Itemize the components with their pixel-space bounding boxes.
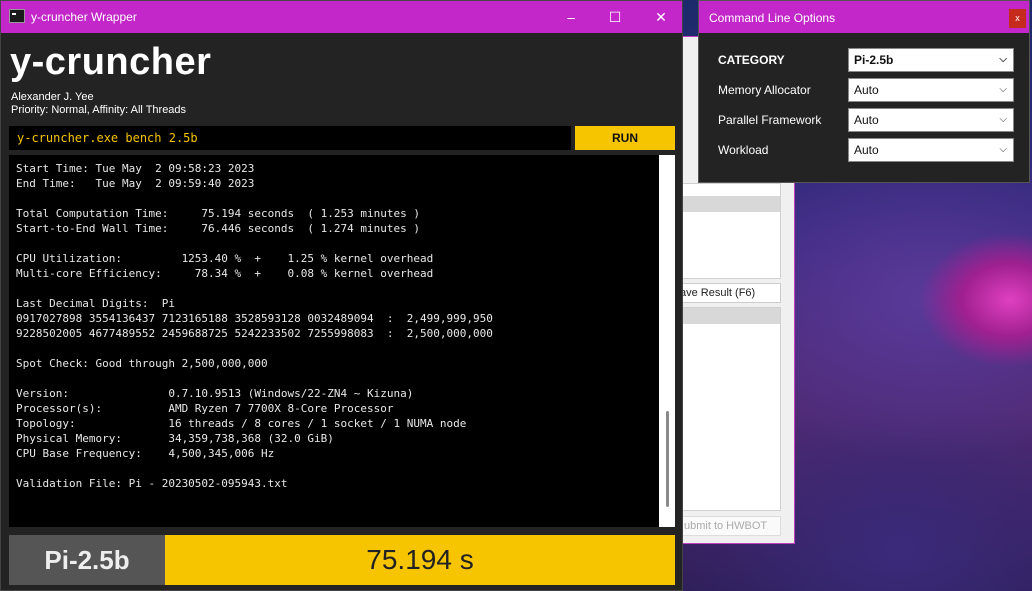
background-results-header xyxy=(682,308,780,324)
window-title: y-cruncher Wrapper xyxy=(31,10,137,24)
options-close-button[interactable]: x xyxy=(1009,9,1026,28)
app-brand: y-cruncher xyxy=(10,41,212,83)
category-select-value: Pi-2.5b xyxy=(854,53,894,67)
scrollbar-thumb[interactable] xyxy=(666,411,669,507)
category-label: CATEGORY xyxy=(718,53,785,67)
background-list-row xyxy=(682,196,780,212)
output-line: CPU Utilization: 1253.40 % + 1.25 % kern… xyxy=(16,252,434,265)
minimize-icon[interactable]: – xyxy=(561,7,581,27)
parallel-framework-label: Parallel Framework xyxy=(718,113,822,127)
output-line: End Time: Tue May 2 09:59:40 2023 xyxy=(16,177,255,190)
output-line: Start-to-End Wall Time: 76.446 seconds (… xyxy=(16,222,420,235)
maximize-icon[interactable]: ☐ xyxy=(605,7,625,27)
command-line-options-window: Command Line Options x CATEGORY Pi-2.5b … xyxy=(698,0,1030,183)
output-line: 0917027898 3554136437 7123165188 3528593… xyxy=(16,312,493,325)
output-line: Start Time: Tue May 2 09:58:23 2023 xyxy=(16,162,255,175)
benchmark-time: 75.194 s xyxy=(165,535,675,585)
chevron-down-icon: ⌵ xyxy=(999,144,1007,155)
memory-allocator-select[interactable]: Auto ⌵ xyxy=(848,78,1014,102)
background-results-panel xyxy=(681,307,781,511)
output-line: Total Computation Time: 75.194 seconds (… xyxy=(16,207,420,220)
close-icon[interactable]: ✕ xyxy=(651,7,671,27)
author-label: Alexander J. Yee xyxy=(11,91,94,103)
memory-allocator-label: Memory Allocator xyxy=(718,83,811,97)
main-window: y-cruncher Wrapper – ☐ ✕ y-cruncher Alex… xyxy=(0,0,683,591)
output-line: 9228502005 4677489552 2459688725 5242233… xyxy=(16,327,493,340)
terminal-app-icon xyxy=(9,9,25,23)
benchmark-label: Pi-2.5b xyxy=(9,535,165,585)
command-input[interactable] xyxy=(9,126,571,150)
workload-label: Workload xyxy=(718,143,769,157)
output-console[interactable]: Start Time: Tue May 2 09:58:23 2023 End T… xyxy=(9,155,675,527)
category-select[interactable]: Pi-2.5b ⌵ xyxy=(848,48,1014,72)
output-line: Last Decimal Digits: Pi xyxy=(16,297,175,310)
chevron-down-icon: ⌵ xyxy=(999,54,1007,65)
options-titlebar[interactable]: Command Line Options x xyxy=(699,1,1029,33)
output-line: Processor(s): AMD Ryzen 7 7700X 8-Core P… xyxy=(16,402,394,415)
parallel-framework-select[interactable]: Auto ⌵ xyxy=(848,108,1014,132)
output-line: Spot Check: Good through 2,500,000,000 xyxy=(16,357,268,370)
priority-label: Priority: Normal, Affinity: All Threads xyxy=(11,104,187,116)
workload-select-value: Auto xyxy=(854,143,879,157)
output-line: Version: 0.7.10.9513 (Windows/22-ZN4 ~ K… xyxy=(16,387,414,400)
submit-hwbot-button[interactable]: ubmit to HWBOT xyxy=(673,516,781,536)
output-line: Topology: 16 threads / 8 cores / 1 socke… xyxy=(16,417,467,430)
background-list-panel xyxy=(681,183,781,279)
output-scrollbar[interactable] xyxy=(659,155,675,527)
output-line: Validation File: Pi - 20230502-095943.tx… xyxy=(16,477,288,490)
workload-select[interactable]: Auto ⌵ xyxy=(848,138,1014,162)
memory-allocator-select-value: Auto xyxy=(854,83,879,97)
run-button[interactable]: RUN xyxy=(575,126,675,150)
options-window-title: Command Line Options xyxy=(709,11,836,25)
output-line: Multi-core Efficiency: 78.34 % + 0.08 % … xyxy=(16,267,434,280)
output-line: Physical Memory: 34,359,738,368 (32.0 Gi… xyxy=(16,432,334,445)
output-line: CPU Base Frequency: 4,500,345,006 Hz xyxy=(16,447,275,460)
parallel-framework-select-value: Auto xyxy=(854,113,879,127)
save-result-button[interactable]: ave Result (F6) xyxy=(673,283,781,303)
titlebar[interactable]: y-cruncher Wrapper – ☐ ✕ xyxy=(1,1,682,33)
chevron-down-icon: ⌵ xyxy=(999,114,1007,125)
output-text: Start Time: Tue May 2 09:58:23 2023 End T… xyxy=(16,161,656,491)
chevron-down-icon: ⌵ xyxy=(999,84,1007,95)
